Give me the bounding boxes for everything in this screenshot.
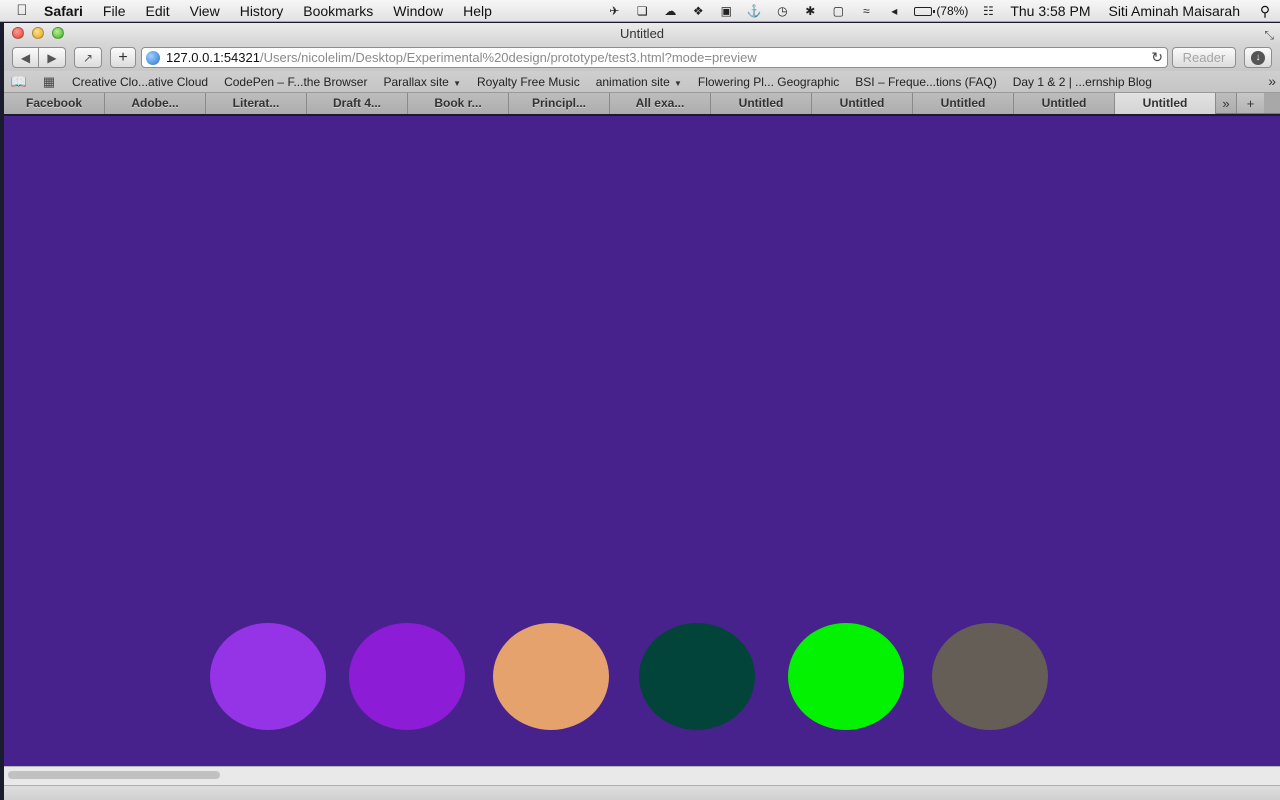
scrollbar-thumb[interactable] bbox=[8, 771, 220, 779]
menu-view[interactable]: View bbox=[180, 3, 230, 19]
bookmark-item[interactable]: CodePen – F...the Browser bbox=[216, 75, 375, 89]
reading-list-icon[interactable]: 📖 bbox=[4, 74, 34, 90]
input-menu-icon[interactable]: ☷ bbox=[974, 4, 1002, 18]
fullscreen-icon[interactable]: ⤡ bbox=[1264, 25, 1274, 46]
safari-window: Untitled ⤡ ◀ ▶ ↗ + 127.0.0.1:54321/Users… bbox=[4, 23, 1280, 800]
bluetooth-icon[interactable]: ✱ bbox=[796, 4, 824, 18]
menu-app-safari[interactable]: Safari bbox=[44, 3, 93, 19]
back-forward-group: ◀ ▶ bbox=[12, 47, 66, 68]
url-host: 127.0.0.1:54321 bbox=[166, 50, 260, 65]
bookmark-label: Day 1 & 2 | ...ernship Blog bbox=[1012, 74, 1152, 89]
battery-status[interactable]: (78%) bbox=[908, 4, 974, 18]
tab-bar: Facebook Adobe... Literat... Draft 4... … bbox=[4, 93, 1280, 114]
window-title: Untitled bbox=[619, 26, 665, 41]
forward-button[interactable]: ▶ bbox=[39, 47, 66, 68]
close-window-button[interactable] bbox=[12, 27, 24, 39]
bookmark-label: CodePen – F...the Browser bbox=[224, 74, 368, 89]
browser-toolbar: ◀ ▶ ↗ + 127.0.0.1:54321/Users/nicolelim/… bbox=[4, 44, 1280, 71]
menu-history[interactable]: History bbox=[230, 3, 294, 19]
top-sites-icon[interactable]: ▦ bbox=[34, 74, 64, 90]
alfred-icon[interactable]: ⚓ bbox=[740, 4, 768, 18]
wifi-icon[interactable]: ≈ bbox=[852, 4, 880, 18]
bookmark-label: Creative Clo...ative Cloud bbox=[72, 74, 209, 89]
display-icon[interactable]: ▢ bbox=[824, 4, 852, 18]
fast-user-switch[interactable]: Siti Aminah Maisarah bbox=[1098, 3, 1250, 19]
bookmark-folder[interactable]: Parallax site ▼ bbox=[375, 75, 469, 89]
menu-bar:  Safari File Edit View History Bookmark… bbox=[0, 0, 1280, 22]
color-circle[interactable] bbox=[639, 623, 755, 730]
color-circle[interactable] bbox=[210, 623, 326, 730]
bookmarks-bar: 📖 ▦ Creative Clo...ative Cloud CodePen –… bbox=[4, 71, 1280, 93]
color-circle[interactable] bbox=[788, 623, 904, 730]
tab-untitled[interactable]: Untitled bbox=[913, 93, 1014, 114]
tab-facebook[interactable]: Facebook bbox=[4, 93, 105, 114]
bookmark-item[interactable]: Flowering Pl... Geographic bbox=[690, 75, 847, 89]
tab-untitled[interactable]: Untitled bbox=[812, 93, 913, 114]
menu-window[interactable]: Window bbox=[383, 3, 453, 19]
minimize-window-button[interactable] bbox=[32, 27, 44, 39]
chevron-down-icon: ▼ bbox=[450, 78, 461, 88]
battery-percent: (78%) bbox=[936, 4, 969, 18]
dropbox-icon[interactable]: ❖ bbox=[684, 4, 712, 18]
screen-capture-icon[interactable]: ❏ bbox=[628, 4, 656, 18]
reader-button[interactable]: Reader bbox=[1172, 47, 1236, 68]
time-machine-icon[interactable]: ◷ bbox=[768, 4, 796, 18]
url-path: /Users/nicolelim/Desktop/Experimental%20… bbox=[259, 50, 757, 65]
volume-icon[interactable]: ◂ bbox=[880, 4, 908, 18]
bookmark-label: animation site bbox=[595, 74, 670, 89]
bookmark-label: Flowering Pl... Geographic bbox=[697, 74, 840, 89]
menu-help[interactable]: Help bbox=[453, 3, 502, 19]
tab-adobe[interactable]: Adobe... bbox=[105, 93, 206, 114]
menu-bookmarks[interactable]: Bookmarks bbox=[293, 3, 383, 19]
battery-icon bbox=[914, 6, 936, 16]
evernote-icon[interactable]: ✈ bbox=[600, 4, 628, 18]
add-bookmark-button[interactable]: + bbox=[110, 47, 136, 68]
color-circle[interactable] bbox=[349, 623, 465, 730]
menu-file[interactable]: File bbox=[93, 3, 136, 19]
horizontal-scrollbar[interactable] bbox=[4, 771, 1280, 781]
share-button[interactable]: ↗ bbox=[74, 47, 102, 68]
bookmark-item[interactable]: BSI – Freque...tions (FAQ) bbox=[847, 75, 1004, 89]
tab-untitled[interactable]: Untitled bbox=[711, 93, 812, 114]
new-tab-button[interactable]: + bbox=[1236, 93, 1264, 113]
app-icon[interactable]: ▣ bbox=[712, 4, 740, 18]
bookmark-label: BSI – Freque...tions (FAQ) bbox=[855, 74, 997, 89]
page-content bbox=[4, 116, 1280, 766]
title-bar[interactable]: Untitled ⤡ bbox=[4, 23, 1280, 44]
tab-all-examples[interactable]: All exa... bbox=[610, 93, 711, 114]
tab-draft[interactable]: Draft 4... bbox=[307, 93, 408, 114]
tab-book[interactable]: Book r... bbox=[408, 93, 509, 114]
download-icon: ↓ bbox=[1251, 50, 1265, 65]
color-circle[interactable] bbox=[932, 623, 1048, 730]
bookmark-label: Parallax site bbox=[383, 74, 449, 89]
downloads-button[interactable]: ↓ bbox=[1244, 47, 1272, 68]
bookmark-label: Royalty Free Music bbox=[477, 74, 580, 89]
creative-cloud-icon[interactable]: ☁ bbox=[656, 4, 684, 18]
bookmark-item[interactable]: Day 1 & 2 | ...ernship Blog bbox=[1005, 75, 1160, 89]
menu-edit[interactable]: Edit bbox=[135, 3, 179, 19]
tab-untitled-active[interactable]: Untitled bbox=[1115, 93, 1216, 114]
bookmark-item[interactable]: Creative Clo...ative Cloud bbox=[64, 75, 216, 89]
address-bar[interactable]: 127.0.0.1:54321/Users/nicolelim/Desktop/… bbox=[141, 47, 1168, 68]
bookmarks-overflow-icon[interactable]: » bbox=[1268, 73, 1276, 89]
tabs-overflow-icon[interactable]: » bbox=[1216, 93, 1236, 113]
status-tray: ✈ ❏ ☁ ❖ ▣ ⚓ ◷ ✱ ▢ ≈ ◂ (78%) ☷ Thu 3:58 P… bbox=[600, 0, 1280, 22]
tab-untitled[interactable]: Untitled bbox=[1014, 93, 1115, 114]
apple-menu-icon[interactable]:  bbox=[0, 2, 44, 19]
scroll-status-area bbox=[4, 766, 1280, 800]
tab-literature[interactable]: Literat... bbox=[206, 93, 307, 114]
back-button[interactable]: ◀ bbox=[12, 47, 39, 68]
menu-clock[interactable]: Thu 3:58 PM bbox=[1002, 3, 1098, 19]
chevron-down-icon: ▼ bbox=[671, 78, 682, 88]
bookmark-folder[interactable]: animation site ▼ bbox=[588, 75, 690, 89]
bookmark-item[interactable]: Royalty Free Music bbox=[469, 75, 588, 89]
zoom-window-button[interactable] bbox=[52, 27, 64, 39]
status-bar bbox=[4, 785, 1280, 800]
share-icon: ↗ bbox=[82, 50, 94, 65]
globe-icon bbox=[146, 50, 160, 65]
reload-icon[interactable]: ↻ bbox=[1151, 49, 1163, 66]
color-circle[interactable] bbox=[493, 623, 609, 730]
tab-principles[interactable]: Principl... bbox=[509, 93, 610, 114]
spotlight-search-icon[interactable]: ⚲ bbox=[1250, 3, 1280, 20]
